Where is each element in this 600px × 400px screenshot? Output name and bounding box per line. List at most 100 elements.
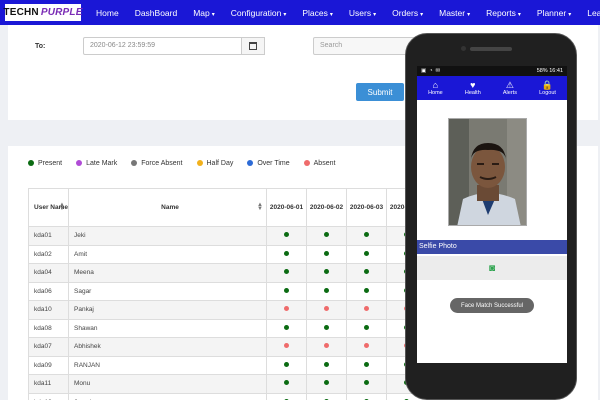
nav-item-places[interactable]: Places ▾	[294, 8, 341, 18]
to-date-input[interactable]: 2020-06-12 23:59:59	[83, 37, 243, 55]
status-dot-icon	[364, 232, 369, 238]
brand-logo[interactable]: TECHN PURPLE	[3, 4, 83, 21]
chevron-down-icon: ▾	[467, 11, 471, 18]
nav-item-label: DashBoard	[134, 7, 178, 18]
legend-dot-icon	[196, 160, 203, 166]
tab-alerts[interactable]: ⚠ Alerts	[503, 80, 517, 96]
app-tab-bar: ⌂ Home ♥ Health ⚠ Alerts 🔒 Logout	[417, 76, 567, 100]
nav-item-dashboard[interactable]: DashBoard	[127, 8, 186, 18]
nav-item-home[interactable]: Home	[88, 8, 127, 18]
status-dot-icon	[284, 232, 289, 238]
phone-time: 16:41	[549, 68, 563, 74]
legend-label: Absent	[313, 159, 336, 167]
legend-label: Half Day	[206, 159, 234, 167]
cell-status[interactable]	[266, 392, 307, 400]
cell-status[interactable]	[306, 337, 347, 357]
tab-home[interactable]: ⌂ Home	[428, 80, 443, 96]
cell-status[interactable]	[306, 281, 347, 301]
nav-item-orders[interactable]: Orders ▾	[384, 8, 431, 18]
header-day[interactable]: 2020-06-03	[346, 188, 387, 227]
calendar-icon	[249, 42, 257, 50]
legend-dot-icon	[247, 160, 254, 166]
brand-text-1: TECHN	[3, 7, 39, 18]
header-day[interactable]: 2020-06-01	[266, 188, 307, 227]
header-name[interactable]: Name ▲ ▼	[68, 188, 267, 227]
person-photo-icon	[449, 119, 526, 225]
to-label: To:	[35, 43, 46, 50]
take-photo-button[interactable]: ◙	[417, 256, 567, 280]
cell-status[interactable]	[266, 300, 307, 320]
cell-name: Monu	[68, 374, 267, 394]
cell-status[interactable]	[266, 226, 307, 246]
cell-status[interactable]	[306, 300, 347, 320]
nav-item-leave[interactable]: Leave▾	[579, 8, 600, 18]
status-dot-icon	[284, 324, 289, 330]
cell-status[interactable]	[306, 244, 347, 264]
nav-item-master[interactable]: Master ▾	[431, 8, 478, 18]
legend-label: Present	[38, 159, 63, 167]
sort-icon[interactable]: ▲ ▼	[257, 202, 263, 212]
cell-status[interactable]	[346, 244, 387, 264]
cell-status[interactable]	[266, 337, 307, 357]
cell-status[interactable]	[306, 318, 347, 338]
status-dot-icon	[324, 324, 329, 330]
cell-name: RANJAN	[68, 355, 267, 375]
legend-item: Force Absent	[131, 160, 183, 167]
cell-status[interactable]	[346, 300, 387, 320]
lock-icon: 🔒	[541, 80, 554, 90]
tab-health[interactable]: ♥ Health	[465, 80, 481, 96]
cell-user-name: kda04	[28, 263, 69, 283]
nav-item-map[interactable]: Map ▾	[185, 8, 223, 18]
cell-status[interactable]	[266, 244, 307, 264]
nav-item-configuration[interactable]: Configuration ▾	[223, 8, 295, 18]
header-name-label: Name	[161, 204, 179, 211]
cell-status[interactable]	[306, 263, 347, 283]
legend-dot-icon	[28, 160, 34, 166]
nav-item-planner[interactable]: Planner ▾	[529, 8, 579, 18]
cell-user-name: kda08	[28, 318, 69, 338]
cell-status[interactable]	[266, 281, 307, 301]
cell-status[interactable]	[306, 374, 347, 394]
cell-status[interactable]	[266, 374, 307, 394]
cell-status[interactable]	[346, 374, 387, 394]
cell-name: Amit	[68, 244, 267, 264]
cell-status[interactable]	[266, 318, 307, 338]
chevron-down-icon: ▾	[283, 11, 287, 18]
tab-logout[interactable]: 🔒 Logout	[539, 80, 556, 96]
cell-status[interactable]	[346, 281, 387, 301]
cell-status[interactable]	[346, 392, 387, 400]
calendar-button[interactable]	[241, 37, 265, 55]
cell-status[interactable]	[306, 355, 347, 375]
cell-user-name: kda09	[28, 355, 69, 375]
status-dot-icon	[364, 250, 369, 256]
table-row: kda04 Meena	[28, 263, 427, 283]
status-dot-icon	[284, 287, 289, 293]
cell-status[interactable]	[266, 263, 307, 283]
header-day[interactable]: 2020-06-02	[306, 188, 347, 227]
nav-item-label: Planner	[536, 7, 567, 18]
table-row: kda06 Sagar	[28, 281, 427, 301]
submit-button[interactable]: Submit	[356, 83, 404, 101]
legend-item: Over Time	[247, 160, 290, 167]
cell-status[interactable]	[306, 392, 347, 400]
camera-icon: ◙	[488, 262, 496, 274]
header-user-name[interactable]: User Name ▲ ▼	[28, 188, 69, 227]
cell-status[interactable]	[306, 226, 347, 246]
cell-status[interactable]	[346, 318, 387, 338]
sort-icon[interactable]: ▲ ▼	[59, 202, 65, 212]
chevron-down-icon: ▾	[420, 11, 424, 18]
cell-status[interactable]	[346, 337, 387, 357]
nav-item-reports[interactable]: Reports ▾	[478, 8, 529, 18]
cell-status[interactable]	[346, 355, 387, 375]
cell-status[interactable]	[266, 355, 307, 375]
status-dot-icon	[284, 343, 289, 349]
tab-label: Alerts	[502, 90, 517, 96]
cell-name: Jeki	[68, 226, 267, 246]
nav-item-label: Map	[193, 7, 210, 18]
brand-text-2: PURPLE	[40, 7, 83, 18]
tab-label: Logout	[539, 90, 556, 96]
cell-status[interactable]	[346, 263, 387, 283]
chevron-down-icon: ▾	[211, 11, 215, 18]
nav-item-users[interactable]: Users ▾	[341, 8, 384, 18]
cell-status[interactable]	[346, 226, 387, 246]
